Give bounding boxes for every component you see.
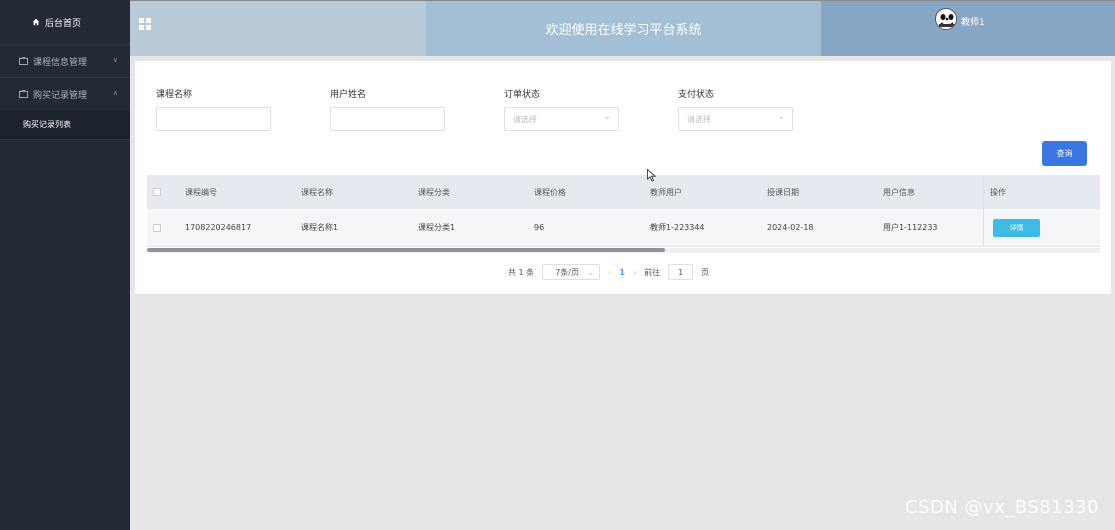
detail-button[interactable]: 详情	[993, 219, 1040, 237]
total-count: 共 1 条	[508, 267, 535, 277]
select-placeholder: 请选择	[687, 115, 711, 124]
column-header: 教师用户	[650, 187, 682, 197]
chevron-down-icon: ⌄	[777, 112, 785, 122]
filter-order-status: 订单状态 请选择 ⌄	[504, 87, 619, 131]
column-header: 课程分类	[418, 187, 450, 197]
search-button[interactable]: 查询	[1042, 141, 1087, 166]
cell-course-name: 课程名称1	[301, 223, 339, 232]
sidebar-item-label: 后台首页	[45, 18, 82, 29]
goto-value: 1	[678, 267, 684, 277]
prev-page-icon[interactable]: ‹	[608, 268, 611, 277]
cell-course-category: 课程分类1	[418, 223, 456, 232]
sidebar-group-label: 课程信息管理	[33, 57, 88, 68]
sidebar-item-purchase-list[interactable]: 购买记录列表	[0, 110, 130, 140]
chevron-down-icon: ∨	[112, 56, 118, 64]
goto-page-input[interactable]: 1	[668, 264, 694, 280]
sidebar: 后台首页 课程信息管理 ∨ 购买记录管理 ∧ 购买记录列表	[0, 0, 130, 530]
filter-label: 订单状态	[504, 90, 541, 100]
cell-date: 2024-02-18	[767, 223, 814, 232]
chevron-down-icon: ⌄	[603, 112, 611, 122]
pagination: 共 1 条 7条/页 ⌄ ‹ 1 › 前往 1 页	[508, 264, 709, 280]
goto-label: 前往	[644, 267, 661, 277]
page-title: 欢迎使用在线学习平台系统	[426, 1, 821, 56]
filter-user-name: 用户姓名	[330, 87, 445, 131]
page-number[interactable]: 1	[619, 268, 625, 277]
top-header: 欢迎使用在线学习平台系统 教师1	[130, 0, 1115, 56]
scrollbar-thumb[interactable]	[147, 248, 665, 252]
folder-icon	[19, 57, 28, 65]
table-row: 1708220246817 课程名称1 课程分类1 96 教师1-223344 …	[147, 209, 1100, 247]
next-page-icon[interactable]: ›	[633, 268, 636, 277]
sidebar-item-home[interactable]: 后台首页	[0, 0, 130, 44]
filter-label: 用户姓名	[330, 90, 367, 100]
column-header: 操作	[990, 187, 1006, 197]
column-header: 课程价格	[534, 187, 566, 197]
sidebar-group-course-info[interactable]: 课程信息管理 ∨	[0, 44, 130, 77]
horizontal-scrollbar[interactable]	[147, 248, 1100, 253]
filter-pay-status: 支付状态 请选择 ⌄	[678, 87, 793, 131]
page-size-select[interactable]: 7条/页 ⌄	[542, 264, 601, 280]
select-all-checkbox[interactable]	[153, 188, 161, 196]
cell-teacher: 教师1-223344	[650, 223, 705, 232]
username: 教师1	[961, 18, 985, 28]
avatar[interactable]	[935, 8, 957, 30]
user-name-input[interactable]	[330, 107, 445, 131]
column-header: 用户信息	[883, 187, 915, 197]
content-card: 课程名称 用户姓名 订单状态 请选择 ⌄ 支付状态 请选择 ⌄ 查询 课程编号 …	[135, 61, 1111, 294]
select-placeholder: 请选择	[513, 115, 537, 124]
header-left	[130, 1, 426, 56]
page-size-value: 7条/页	[555, 267, 579, 277]
filter-label: 支付状态	[678, 90, 715, 100]
order-status-select[interactable]: 请选择 ⌄	[504, 107, 619, 131]
mouse-cursor-icon	[647, 169, 656, 182]
row-checkbox[interactable]	[153, 223, 161, 232]
cell-user-info: 用户1-112233	[883, 223, 938, 232]
page-suffix: 页	[701, 267, 710, 277]
home-icon	[32, 18, 40, 26]
sidebar-group-label: 购买记录管理	[33, 90, 88, 101]
cell-course-price: 96	[534, 223, 545, 232]
chevron-down-icon: ⌄	[587, 267, 595, 277]
folder-icon	[19, 90, 28, 98]
menu-grid-icon[interactable]	[139, 18, 151, 30]
column-header: 授课日期	[767, 187, 799, 197]
pay-status-select[interactable]: 请选择 ⌄	[678, 107, 793, 131]
filter-course-name: 课程名称	[156, 87, 271, 131]
filter-label: 课程名称	[156, 90, 193, 100]
table-header: 课程编号 课程名称 课程分类 课程价格 教师用户 授课日期 用户信息 操作	[147, 175, 1100, 209]
course-name-input[interactable]	[156, 107, 271, 131]
cell-course-id: 1708220246817	[185, 223, 252, 232]
user-area[interactable]: 教师1	[821, 1, 1115, 56]
column-header: 课程名称	[301, 187, 333, 197]
sidebar-group-purchase-records[interactable]: 购买记录管理 ∧	[0, 77, 130, 110]
sidebar-item-label: 购买记录列表	[23, 120, 71, 129]
column-header: 课程编号	[185, 187, 217, 197]
purchase-table: 课程编号 课程名称 课程分类 课程价格 教师用户 授课日期 用户信息 操作 17…	[147, 175, 1100, 247]
watermark: CSDN @vx_BS81330	[905, 497, 1100, 518]
chevron-up-icon: ∧	[112, 89, 118, 97]
